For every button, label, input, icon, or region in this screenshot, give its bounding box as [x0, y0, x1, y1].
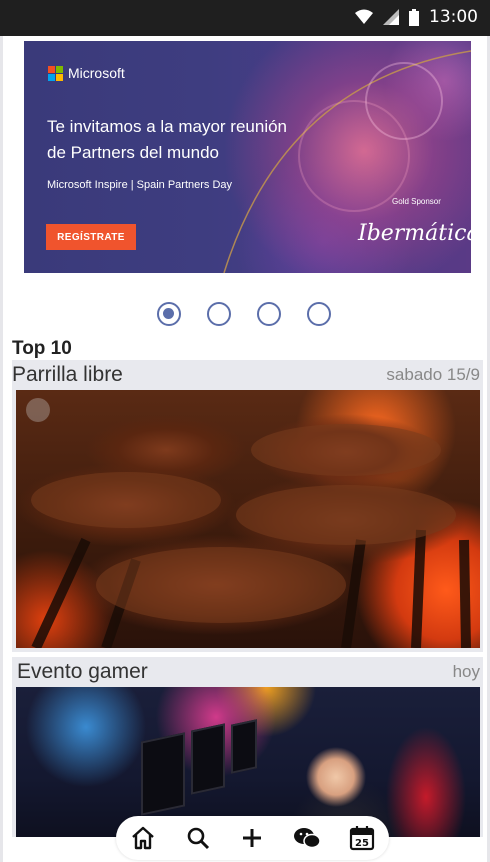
- nav-calendar[interactable]: 25: [344, 820, 380, 856]
- carousel-dot-3[interactable]: [257, 302, 281, 326]
- promo-banner[interactable]: Microsoft Te invitamos a la mayor reunió…: [24, 41, 471, 273]
- grilled-steaks-photo[interactable]: [16, 390, 480, 648]
- monitor-decoration: [191, 723, 225, 795]
- wifi-icon: [355, 9, 373, 24]
- calendar-badge: 25: [355, 838, 369, 849]
- bottom-navigation: 25: [116, 816, 389, 860]
- status-time: 13:00: [429, 7, 478, 27]
- event-card-header: Parrilla libre sabado 15/9: [12, 360, 483, 388]
- brand-name: Microsoft: [68, 65, 125, 81]
- chat-icon: [294, 828, 321, 849]
- event-card[interactable]: Parrilla libre sabado 15/9: [12, 360, 483, 652]
- microsoft-logo: Microsoft: [48, 65, 125, 81]
- gaming-event-photo[interactable]: [16, 687, 480, 837]
- event-date: hoy: [452, 662, 480, 681]
- battery-icon: [409, 8, 419, 26]
- register-button[interactable]: REGÍSTRATE: [46, 224, 136, 250]
- monitor-decoration: [231, 719, 257, 774]
- carousel-dot-4[interactable]: [307, 302, 331, 326]
- carousel-indicators: [157, 302, 331, 326]
- grill-bars-decoration: [26, 398, 471, 648]
- section-title: Top 10: [12, 338, 72, 359]
- microsoft-squares-icon: [48, 65, 63, 81]
- nav-home[interactable]: [125, 820, 161, 856]
- sponsor-caption: Gold Sponsor: [392, 197, 441, 206]
- home-icon: [132, 826, 155, 850]
- event-title: Evento gamer: [17, 660, 148, 683]
- status-bar: 13:00: [0, 0, 490, 36]
- plus-icon: [243, 829, 262, 847]
- calendar-icon: 25: [349, 826, 374, 851]
- carousel-dot-2[interactable]: [207, 302, 231, 326]
- search-icon: [187, 827, 209, 850]
- headline-line-1: Te invitamos a la mayor reunión: [47, 117, 288, 136]
- banner-headline: Te invitamos a la mayor reunión de Partn…: [47, 114, 337, 166]
- event-title: Parrilla libre: [12, 363, 123, 386]
- banner-subline: Microsoft Inspire | Spain Partners Day: [47, 179, 233, 191]
- headline-line-2: de Partners del mundo: [47, 143, 219, 162]
- event-card-header: Evento gamer hoy: [12, 657, 483, 685]
- signal-icon: [383, 9, 399, 25]
- monitor-decoration: [141, 732, 185, 816]
- carousel-dot-1[interactable]: [157, 302, 181, 326]
- nav-chat[interactable]: [289, 820, 325, 856]
- nav-add[interactable]: [234, 820, 270, 856]
- nav-search[interactable]: [180, 820, 216, 856]
- sponsor-logo: Ibermática: [358, 221, 471, 246]
- event-date: sabado 15/9: [386, 365, 480, 384]
- event-card[interactable]: Evento gamer hoy: [12, 657, 483, 837]
